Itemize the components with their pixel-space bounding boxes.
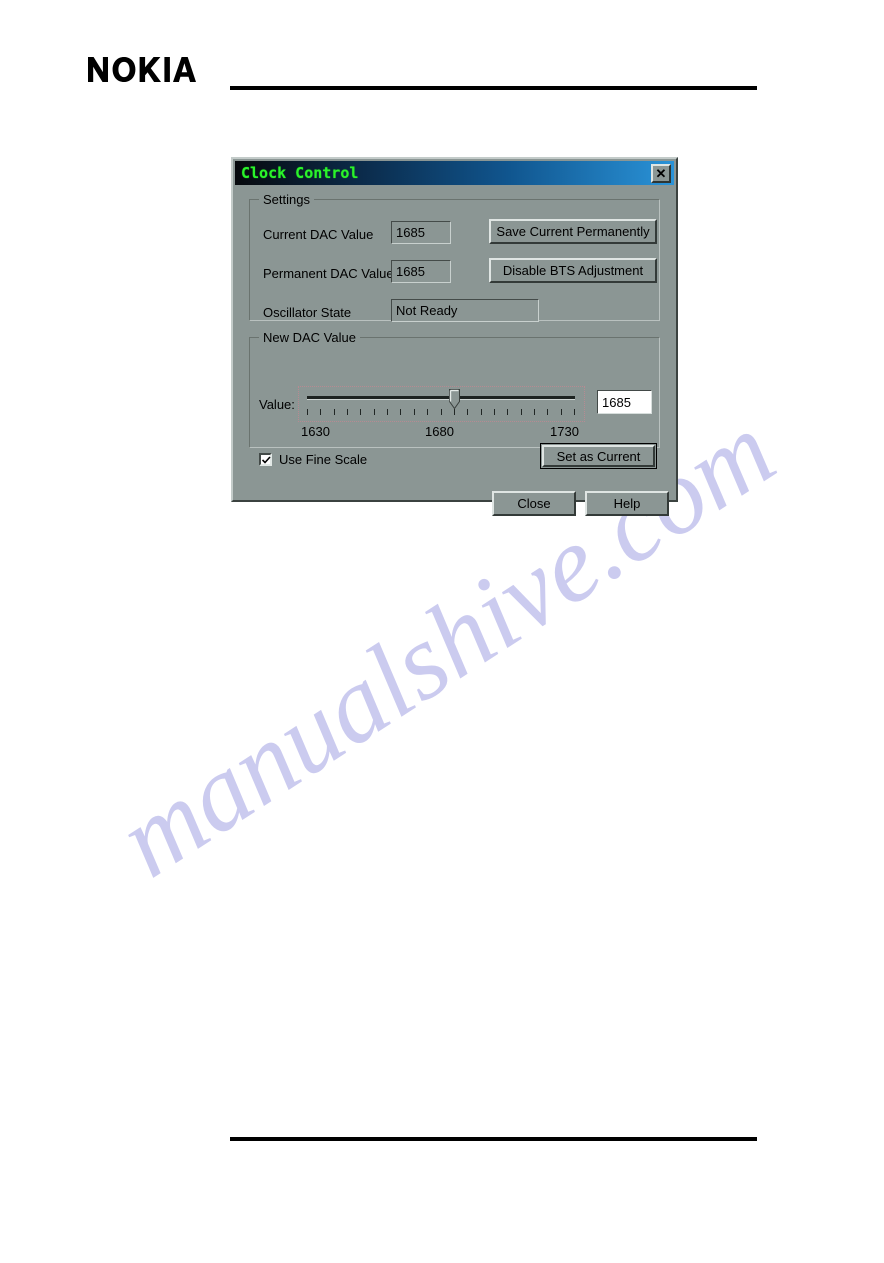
slider-tick	[307, 409, 308, 415]
clock-control-dialog: Clock Control ✕ Settings Current DAC Val…	[231, 157, 678, 516]
slider-tick	[494, 409, 495, 415]
slider-mid-label: 1680	[425, 424, 454, 439]
current-dac-value-field: 1685	[391, 221, 451, 244]
slider-tick	[561, 409, 562, 415]
disable-bts-adjustment-button[interactable]: Disable BTS Adjustment	[489, 258, 657, 283]
slider-tick	[574, 409, 575, 415]
use-fine-scale-checkbox[interactable]: Use Fine Scale	[259, 452, 367, 467]
slider-track	[307, 396, 575, 400]
checkmark-icon	[262, 456, 271, 464]
help-button[interactable]: Help	[585, 491, 669, 516]
slider-tick	[547, 409, 548, 415]
dialog-title: Clock Control	[241, 164, 359, 182]
dac-value-slider[interactable]	[298, 386, 585, 422]
current-dac-value-label: Current DAC Value	[263, 227, 374, 242]
oscillator-state-field: Not Ready	[391, 299, 539, 322]
save-current-permanently-button[interactable]: Save Current Permanently	[489, 219, 657, 244]
use-fine-scale-label: Use Fine Scale	[279, 452, 368, 467]
new-dac-value-group-legend: New DAC Value	[259, 330, 360, 345]
slider-max-label: 1730	[550, 424, 579, 439]
settings-group-legend: Settings	[259, 192, 314, 207]
slider-tick	[481, 409, 482, 415]
slider-tick	[427, 409, 428, 415]
slider-tick	[387, 409, 388, 415]
slider-tick	[521, 409, 522, 415]
nokia-logo	[88, 57, 196, 83]
slider-tick	[507, 409, 508, 415]
slider-thumb[interactable]	[449, 389, 460, 410]
slider-min-label: 1630	[301, 424, 330, 439]
checkbox-box	[259, 453, 272, 466]
slider-tick	[347, 409, 348, 415]
slider-tick	[467, 409, 468, 415]
oscillator-state-label: Oscillator State	[263, 305, 352, 320]
dialog-titlebar[interactable]: Clock Control ✕	[235, 161, 674, 185]
permanent-dac-value-label: Permanent DAC Value	[263, 266, 394, 281]
slider-ticks	[307, 409, 575, 417]
permanent-dac-value-field: 1685	[391, 260, 451, 283]
set-as-current-button[interactable]: Set as Current	[540, 443, 657, 469]
set-as-current-label: Set as Current	[542, 445, 655, 467]
dialog-client-area: Settings Current DAC Value 1685 Permanen…	[235, 185, 674, 516]
slider-tick	[320, 409, 321, 415]
slider-tick	[414, 409, 415, 415]
slider-tick	[534, 409, 535, 415]
value-label: Value:	[259, 397, 295, 412]
slider-tick	[334, 409, 335, 415]
slider-tick	[400, 409, 401, 415]
header-rule	[230, 86, 757, 90]
new-dac-value-input[interactable]: 1685	[597, 390, 652, 414]
footer-rule	[230, 1137, 757, 1141]
slider-tick	[360, 409, 361, 415]
slider-tick	[441, 409, 442, 415]
close-icon[interactable]: ✕	[651, 164, 671, 183]
close-button[interactable]: Close	[492, 491, 576, 516]
slider-tick	[374, 409, 375, 415]
